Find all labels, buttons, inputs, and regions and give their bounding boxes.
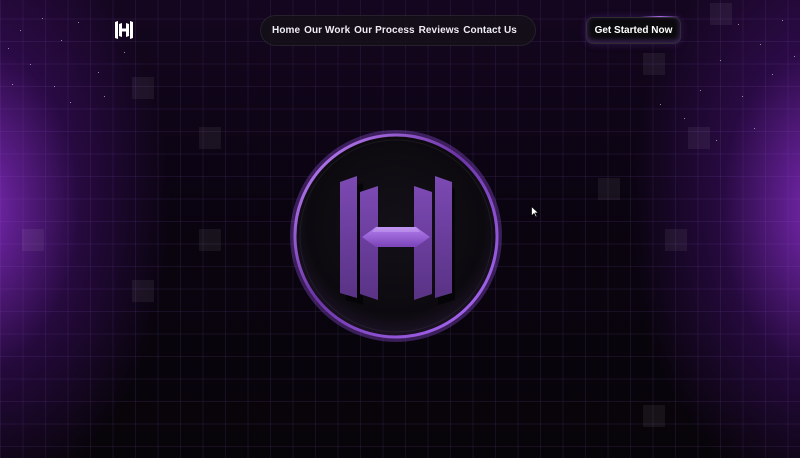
grid-tile [665, 229, 687, 251]
star [720, 60, 721, 61]
star [716, 140, 717, 141]
grid-tile [132, 77, 154, 99]
star [70, 102, 71, 103]
star [98, 72, 99, 73]
star [772, 74, 773, 75]
nav-item-contact-us[interactable]: Contact Us [463, 25, 517, 36]
grid-tile [598, 178, 620, 200]
grid-tile [22, 229, 44, 251]
nav-item-reviews[interactable]: Reviews [419, 25, 460, 36]
grid-tile [132, 280, 154, 302]
grid-tile [199, 229, 221, 251]
mouse-pointer-icon [531, 206, 539, 218]
star [54, 86, 55, 87]
h-monogram-icon[interactable] [114, 20, 134, 40]
star [700, 90, 701, 91]
grid-tile [688, 127, 710, 149]
nav-item-home[interactable]: Home [272, 25, 300, 36]
grid-tile [643, 405, 665, 427]
grid-tile [199, 127, 221, 149]
main-nav: Home Our Work Our Process Reviews Contac… [260, 15, 536, 46]
star [30, 64, 31, 65]
h-monogram-emblem[interactable] [290, 130, 502, 342]
get-started-button[interactable]: Get Started Now [586, 17, 681, 44]
site-header: Home Our Work Our Process Reviews Contac… [0, 0, 800, 60]
nav-item-our-process[interactable]: Our Process [354, 25, 415, 36]
star [684, 118, 685, 119]
star [742, 96, 743, 97]
star [104, 96, 105, 97]
star [660, 104, 661, 105]
nav-item-our-work[interactable]: Our Work [304, 25, 350, 36]
star [12, 84, 13, 85]
star [754, 128, 755, 129]
